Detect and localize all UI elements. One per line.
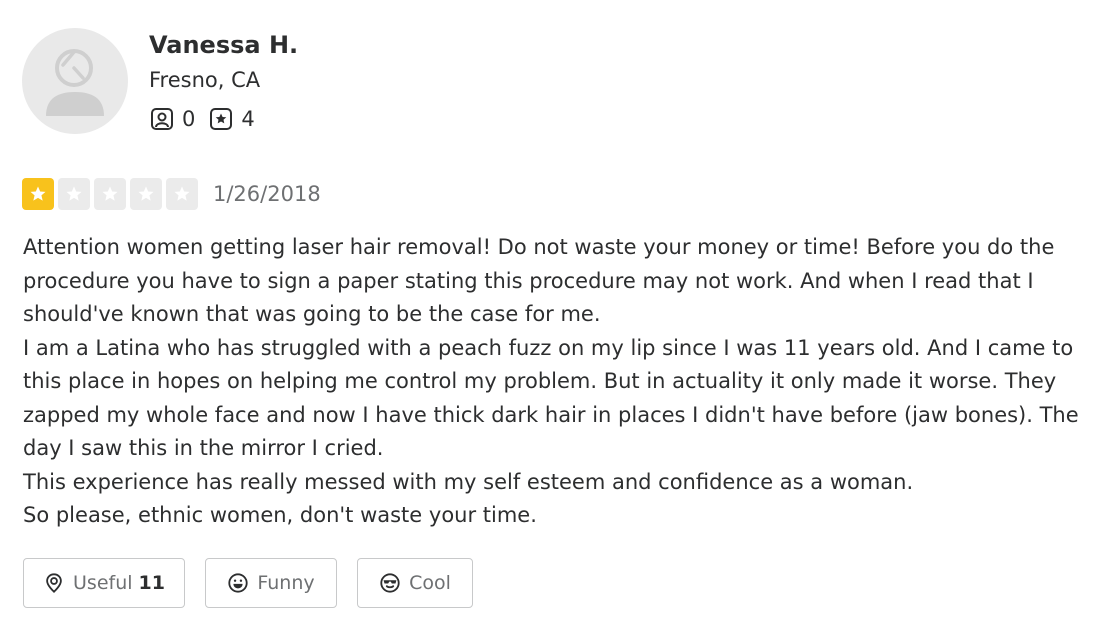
useful-count: 11 bbox=[138, 572, 165, 594]
review-line: This experience has really messed with m… bbox=[23, 469, 914, 494]
user-avatar[interactable] bbox=[22, 28, 128, 134]
review-text: Attention women getting laser hair remov… bbox=[23, 231, 1098, 533]
friends-icon bbox=[151, 108, 173, 130]
funny-button[interactable]: Funny bbox=[205, 558, 337, 608]
star-icon bbox=[130, 178, 162, 210]
review-line: this place in hopes on helping me contro… bbox=[23, 369, 1057, 393]
star-icon bbox=[58, 178, 90, 210]
smile-icon bbox=[228, 573, 248, 593]
review-line: I am a Latina who has struggled with a p… bbox=[23, 335, 1074, 360]
star-review-icon bbox=[210, 108, 233, 130]
review-line: day I saw this in the mirror I cried. bbox=[23, 436, 384, 460]
user-location: Fresno, CA bbox=[149, 68, 261, 92]
review-card: Vanessa H. Fresno, CA 0 4 1/26/2018 Atte… bbox=[0, 0, 1103, 622]
review-date: 1/26/2018 bbox=[213, 182, 321, 206]
friends-count: 0 bbox=[182, 107, 196, 131]
useful-button[interactable]: Useful 11 bbox=[23, 558, 185, 608]
user-name[interactable]: Vanessa H. bbox=[149, 31, 298, 59]
review-line: procedure you have to sign a paper stati… bbox=[23, 268, 1034, 293]
review-line: So please, ethnic women, don't waste you… bbox=[23, 503, 537, 527]
sunglasses-face-icon bbox=[380, 573, 400, 593]
star-rating bbox=[22, 178, 202, 210]
lightbulb-icon bbox=[46, 573, 62, 593]
star-icon bbox=[22, 178, 54, 210]
review-line: zapped my whole face and now I have thic… bbox=[23, 402, 1079, 427]
cool-button[interactable]: Cool bbox=[357, 558, 473, 608]
reviews-stat: 4 bbox=[209, 107, 255, 131]
default-user-icon bbox=[46, 49, 104, 116]
reviews-count: 4 bbox=[241, 107, 255, 131]
user-stats: 0 4 bbox=[150, 107, 269, 131]
cool-label: Cool bbox=[409, 572, 451, 594]
star-icon bbox=[166, 178, 198, 210]
rating-row: 1/26/2018 bbox=[22, 178, 321, 210]
useful-label: Useful bbox=[73, 572, 133, 594]
friends-stat: 0 bbox=[150, 107, 195, 131]
review-line: should've known that was going to be the… bbox=[23, 302, 601, 326]
review-line: Attention women getting laser hair remov… bbox=[23, 235, 1055, 259]
reaction-buttons: Useful 11 Funny Cool bbox=[23, 558, 473, 608]
funny-label: Funny bbox=[257, 572, 315, 594]
star-icon bbox=[94, 178, 126, 210]
